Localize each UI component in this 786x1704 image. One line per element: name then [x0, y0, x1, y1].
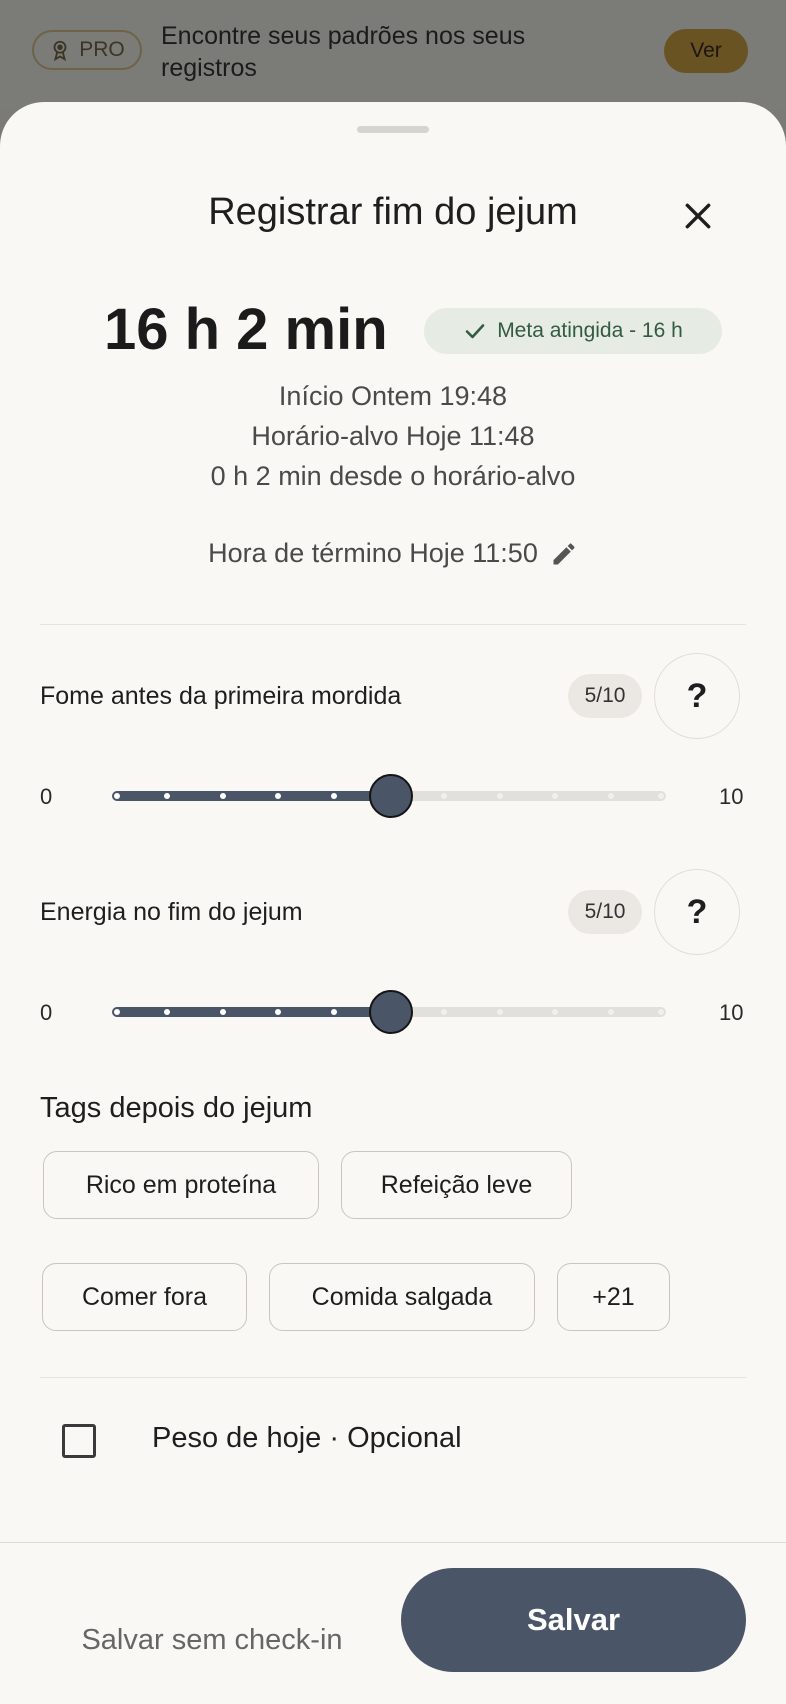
tag-chip[interactable]: Comida salgada: [269, 1263, 535, 1331]
close-button[interactable]: [672, 190, 724, 242]
weight-checkbox[interactable]: [62, 1424, 96, 1458]
tags-title: Tags depois do jejum: [40, 1092, 313, 1124]
weight-label: Peso de hoje · Opcional: [152, 1422, 462, 1454]
drag-handle[interactable]: [357, 126, 429, 133]
save-without-checkin-button[interactable]: Salvar sem check-in: [50, 1610, 374, 1670]
footer-divider: [0, 1542, 786, 1543]
divider: [40, 624, 746, 625]
slider-tick: [330, 793, 337, 799]
pro-badge-label: PRO: [79, 38, 125, 61]
slider-tick: [219, 1009, 226, 1015]
end-fast-sheet: Registrar fim do jejum 16 h 2 min Meta a…: [0, 102, 786, 1704]
award-icon: [53, 40, 67, 61]
slider-fill: [112, 791, 389, 801]
slider-thumb[interactable]: [369, 774, 413, 818]
hunger-slider-max: 10: [719, 784, 744, 809]
slider-tick: [607, 1009, 614, 1015]
sheet-title: Registrar fim do jejum: [208, 191, 578, 233]
energy-score-chip: 5/10: [568, 890, 642, 934]
slider-tick: [658, 1009, 664, 1015]
divider: [40, 1377, 746, 1378]
save-button[interactable]: Salvar: [401, 1568, 746, 1672]
target-time: Horário-alvo Hoje 11:48: [251, 421, 535, 451]
energy-slider-max: 10: [719, 1000, 744, 1025]
slider-tick: [114, 1009, 120, 1015]
goal-badge-label: Meta atingida - 16 h: [497, 319, 683, 342]
hunger-help-button[interactable]: ?: [654, 653, 740, 739]
start-time: Início Ontem 19:48: [278, 381, 508, 411]
hunger-score-chip: 5/10: [568, 674, 642, 718]
slider-tick: [330, 1009, 337, 1015]
goal-reached-badge: Meta atingida - 16 h: [424, 308, 722, 354]
energy-help-button[interactable]: ?: [654, 869, 740, 955]
slider-tick: [607, 793, 614, 799]
energy-question-label: Energia no fim do jejum: [40, 898, 303, 926]
time-since-target: 0 h 2 min desde o horário-alvo: [210, 461, 576, 491]
tag-chip[interactable]: Rico em proteína: [43, 1151, 319, 1219]
slider-tick: [658, 793, 664, 799]
slider-tick: [114, 793, 120, 799]
banner-view-button[interactable]: Ver: [664, 29, 748, 73]
pro-banner: PRO Encontre seus padrões nos seus regis…: [0, 0, 786, 110]
pencil-icon[interactable]: [550, 540, 578, 568]
pro-badge[interactable]: PRO: [32, 30, 142, 70]
energy-slider-min: 0: [40, 1000, 53, 1025]
check-icon: [465, 324, 485, 339]
slider-thumb[interactable]: [369, 990, 413, 1034]
end-time-row[interactable]: Hora de término Hoje 11:50: [0, 538, 786, 569]
slider-tick: [496, 1009, 503, 1015]
energy-slider[interactable]: [112, 990, 666, 1034]
tag-chip[interactable]: Comer fora: [42, 1263, 247, 1331]
hunger-question-label: Fome antes da primeira mordida: [40, 682, 402, 710]
hunger-slider-min: 0: [40, 784, 53, 809]
hunger-slider[interactable]: [112, 774, 666, 818]
slider-tick: [219, 793, 226, 799]
slider-fill: [112, 1007, 389, 1017]
more-tags-chip[interactable]: +21: [557, 1263, 670, 1331]
tag-chip[interactable]: Refeição leve: [341, 1151, 572, 1219]
fast-duration: 16 h 2 min: [104, 297, 388, 362]
slider-tick: [496, 793, 503, 799]
close-icon: [685, 203, 711, 229]
banner-text: Encontre seus padrões nos seus registros: [161, 22, 526, 82]
fast-info: Início Ontem 19:48 Horário-alvo Hoje 11:…: [0, 376, 786, 496]
end-time-label: Hora de término Hoje 11:50: [208, 538, 538, 568]
